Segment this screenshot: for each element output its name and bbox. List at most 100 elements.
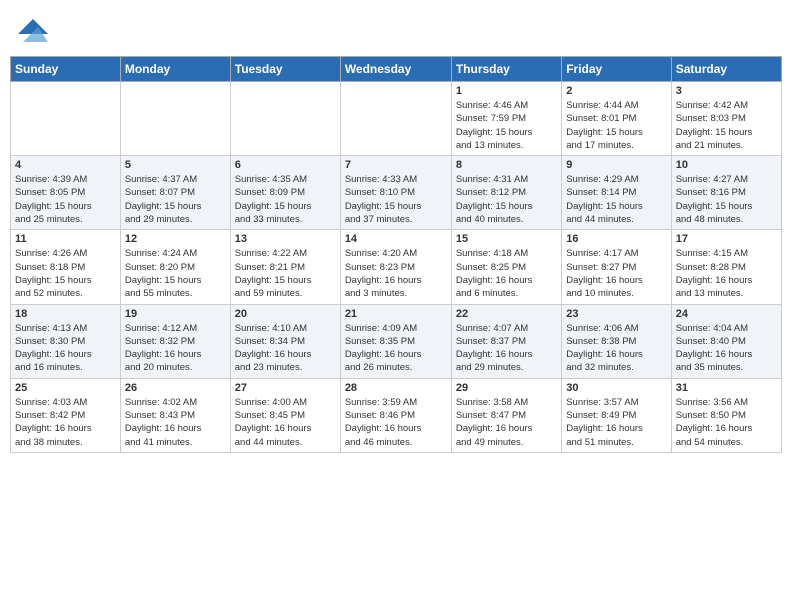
calendar-cell: 7 Sunrise: 4:33 AM Sunset: 8:10 PM Daylig…	[340, 156, 451, 230]
day-info: Sunrise: 4:24 AM Sunset: 8:20 PM Dayligh…	[125, 247, 226, 300]
calendar-cell: 11Sunrise: 4:26 AM Sunset: 8:18 PM Dayli…	[11, 230, 121, 304]
calendar-cell: 15 Sunrise: 4:18 AM Sunset: 8:25 PM Dayli…	[451, 230, 561, 304]
day-info: Sunrise: 4:20 AM Sunset: 8:23 PM Dayligh…	[345, 247, 447, 300]
day-info: Sunrise: 4:10 AM Sunset: 8:34 PM Dayligh…	[235, 322, 336, 375]
day-number: 24	[676, 308, 777, 320]
calendar-cell: 3 Sunrise: 4:42 AM Sunset: 8:03 PM Daylig…	[671, 82, 781, 156]
day-number: 6	[235, 159, 336, 171]
calendar-cell: 25 Sunrise: 4:03 AM Sunset: 8:42 PM Dayli…	[11, 378, 121, 452]
day-number: 15	[456, 233, 557, 245]
day-info: Sunrise: 4:15 AM Sunset: 8:28 PM Dayligh…	[676, 247, 777, 300]
day-number: 27	[235, 382, 336, 394]
day-info: Sunrise: 4:09 AM Sunset: 8:35 PM Dayligh…	[345, 322, 447, 375]
calendar-cell: 14 Sunrise: 4:20 AM Sunset: 8:23 PM Dayli…	[340, 230, 451, 304]
day-info: Sunrise: 4:17 AM Sunset: 8:27 PM Dayligh…	[566, 247, 666, 300]
day-number: 7	[345, 159, 447, 171]
day-info: Sunrise: 4:44 AM Sunset: 8:01 PM Dayligh…	[566, 99, 666, 152]
day-info: Sunrise: 4:03 AM Sunset: 8:42 PM Dayligh…	[15, 396, 116, 449]
calendar-cell: 19 Sunrise: 4:12 AM Sunset: 8:32 PM Dayli…	[120, 304, 230, 378]
calendar-cell: 28 Sunrise: 3:59 AM Sunset: 8:46 PM Dayli…	[340, 378, 451, 452]
calendar-cell	[120, 82, 230, 156]
calendar-day-header: Sunday	[11, 57, 121, 82]
calendar-cell	[340, 82, 451, 156]
day-number: 21	[345, 308, 447, 320]
day-info: Sunrise: 4:00 AM Sunset: 8:45 PM Dayligh…	[235, 396, 336, 449]
day-info: Sunrise: 4:12 AM Sunset: 8:32 PM Dayligh…	[125, 322, 226, 375]
day-info: Sunrise: 4:06 AM Sunset: 8:38 PM Dayligh…	[566, 322, 666, 375]
calendar-cell: 26Sunrise: 4:02 AM Sunset: 8:43 PM Dayli…	[120, 378, 230, 452]
calendar-cell: 9 Sunrise: 4:29 AM Sunset: 8:14 PM Daylig…	[562, 156, 671, 230]
day-number: 17	[676, 233, 777, 245]
day-info: Sunrise: 4:33 AM Sunset: 8:10 PM Dayligh…	[345, 173, 447, 226]
calendar-cell: 22 Sunrise: 4:07 AM Sunset: 8:37 PM Dayli…	[451, 304, 561, 378]
calendar-cell: 17 Sunrise: 4:15 AM Sunset: 8:28 PM Dayli…	[671, 230, 781, 304]
logo-icon	[18, 14, 48, 44]
day-number: 4	[15, 159, 116, 171]
day-info: Sunrise: 4:31 AM Sunset: 8:12 PM Dayligh…	[456, 173, 557, 226]
calendar-day-header: Thursday	[451, 57, 561, 82]
day-info: Sunrise: 3:57 AM Sunset: 8:49 PM Dayligh…	[566, 396, 666, 449]
day-number: 18	[15, 308, 116, 320]
day-info: Sunrise: 3:58 AM Sunset: 8:47 PM Dayligh…	[456, 396, 557, 449]
day-info: Sunrise: 3:59 AM Sunset: 8:46 PM Dayligh…	[345, 396, 447, 449]
calendar-cell: 8 Sunrise: 4:31 AM Sunset: 8:12 PM Daylig…	[451, 156, 561, 230]
calendar-cell: 13 Sunrise: 4:22 AM Sunset: 8:21 PM Dayli…	[230, 230, 340, 304]
day-info: Sunrise: 4:39 AM Sunset: 8:05 PM Dayligh…	[15, 173, 116, 226]
day-info: Sunrise: 4:29 AM Sunset: 8:14 PM Dayligh…	[566, 173, 666, 226]
calendar-cell: 31 Sunrise: 3:56 AM Sunset: 8:50 PM Dayli…	[671, 378, 781, 452]
day-number: 20	[235, 308, 336, 320]
day-number: 1	[456, 85, 557, 97]
calendar-cell: 10 Sunrise: 4:27 AM Sunset: 8:16 PM Dayli…	[671, 156, 781, 230]
day-number: 26	[125, 382, 226, 394]
calendar-cell: 23 Sunrise: 4:06 AM Sunset: 8:38 PM Dayli…	[562, 304, 671, 378]
calendar-day-header: Tuesday	[230, 57, 340, 82]
day-number: 10	[676, 159, 777, 171]
day-info: Sunrise: 4:13 AM Sunset: 8:30 PM Dayligh…	[15, 322, 116, 375]
calendar-cell: 29 Sunrise: 3:58 AM Sunset: 8:47 PM Dayli…	[451, 378, 561, 452]
day-number: 30	[566, 382, 666, 394]
calendar-cell: 30 Sunrise: 3:57 AM Sunset: 8:49 PM Dayli…	[562, 378, 671, 452]
day-number: 22	[456, 308, 557, 320]
calendar-header-row: SundayMondayTuesdayWednesdayThursdayFrid…	[11, 57, 782, 82]
day-number: 25	[15, 382, 116, 394]
calendar-cell: 16 Sunrise: 4:17 AM Sunset: 8:27 PM Dayli…	[562, 230, 671, 304]
calendar-cell: 4 Sunrise: 4:39 AM Sunset: 8:05 PM Daylig…	[11, 156, 121, 230]
calendar-cell: 20 Sunrise: 4:10 AM Sunset: 8:34 PM Dayli…	[230, 304, 340, 378]
calendar-day-header: Wednesday	[340, 57, 451, 82]
day-info: Sunrise: 4:18 AM Sunset: 8:25 PM Dayligh…	[456, 247, 557, 300]
calendar-cell	[230, 82, 340, 156]
day-number: 12	[125, 233, 226, 245]
day-info: Sunrise: 4:26 AM Sunset: 8:18 PM Dayligh…	[15, 247, 116, 300]
day-number: 2	[566, 85, 666, 97]
day-info: Sunrise: 4:37 AM Sunset: 8:07 PM Dayligh…	[125, 173, 226, 226]
calendar-cell: 24Sunrise: 4:04 AM Sunset: 8:40 PM Dayli…	[671, 304, 781, 378]
day-number: 13	[235, 233, 336, 245]
calendar-cell: 18 Sunrise: 4:13 AM Sunset: 8:30 PM Dayli…	[11, 304, 121, 378]
day-number: 19	[125, 308, 226, 320]
day-number: 31	[676, 382, 777, 394]
calendar-cell: 5 Sunrise: 4:37 AM Sunset: 8:07 PM Daylig…	[120, 156, 230, 230]
day-number: 29	[456, 382, 557, 394]
calendar-cell: 12 Sunrise: 4:24 AM Sunset: 8:20 PM Dayli…	[120, 230, 230, 304]
day-info: Sunrise: 4:35 AM Sunset: 8:09 PM Dayligh…	[235, 173, 336, 226]
day-info: Sunrise: 3:56 AM Sunset: 8:50 PM Dayligh…	[676, 396, 777, 449]
day-info: Sunrise: 4:42 AM Sunset: 8:03 PM Dayligh…	[676, 99, 777, 152]
calendar-cell: 6 Sunrise: 4:35 AM Sunset: 8:09 PM Daylig…	[230, 156, 340, 230]
day-number: 23	[566, 308, 666, 320]
day-number: 3	[676, 85, 777, 97]
day-number: 5	[125, 159, 226, 171]
day-number: 8	[456, 159, 557, 171]
day-info: Sunrise: 4:07 AM Sunset: 8:37 PM Dayligh…	[456, 322, 557, 375]
day-number: 9	[566, 159, 666, 171]
calendar-week-row: 18 Sunrise: 4:13 AM Sunset: 8:30 PM Dayli…	[11, 304, 782, 378]
day-info: Sunrise: 4:22 AM Sunset: 8:21 PM Dayligh…	[235, 247, 336, 300]
day-number: 28	[345, 382, 447, 394]
calendar-table: SundayMondayTuesdayWednesdayThursdayFrid…	[10, 56, 782, 453]
calendar-cell	[11, 82, 121, 156]
calendar-cell: 21 Sunrise: 4:09 AM Sunset: 8:35 PM Dayli…	[340, 304, 451, 378]
logo	[18, 14, 52, 44]
day-number: 16	[566, 233, 666, 245]
day-info: Sunrise: 4:27 AM Sunset: 8:16 PM Dayligh…	[676, 173, 777, 226]
page-header	[10, 10, 782, 48]
day-number: 14	[345, 233, 447, 245]
